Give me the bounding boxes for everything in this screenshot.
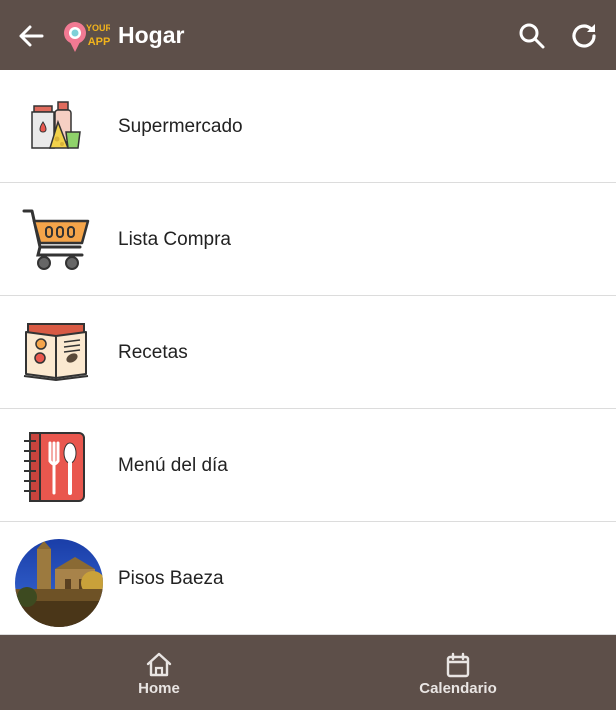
list-item-pisos-baeza[interactable]: Pisos Baeza bbox=[0, 522, 616, 635]
calendar-icon bbox=[446, 652, 470, 678]
tab-home-label: Home bbox=[138, 680, 180, 697]
baeza-photo bbox=[15, 539, 103, 627]
refresh-icon[interactable] bbox=[569, 21, 599, 51]
groceries-icon bbox=[31, 101, 81, 149]
tab-home[interactable]: Home bbox=[5, 635, 313, 710]
bottom-nav: Home Calendario bbox=[0, 635, 616, 710]
list-item-lista-compra[interactable]: Lista Compra bbox=[0, 183, 616, 296]
list-item-label: Lista Compra bbox=[118, 229, 231, 250]
tab-calendario-label: Calendario bbox=[419, 680, 497, 697]
list-item-label: Pisos Baeza bbox=[118, 568, 224, 589]
list-item-menu-del-dia[interactable]: Menú del día bbox=[0, 409, 616, 522]
category-list: Supermercado Lista Compra Recetas Menú d… bbox=[0, 70, 616, 635]
svg-text:YOUR: YOUR bbox=[86, 23, 110, 33]
recipe-book-icon bbox=[23, 323, 89, 382]
back-arrow-icon[interactable] bbox=[16, 21, 46, 51]
search-icon[interactable] bbox=[518, 22, 546, 50]
list-item-recetas[interactable]: Recetas bbox=[0, 296, 616, 409]
shopping-cart-icon bbox=[22, 209, 90, 270]
tab-calendario[interactable]: Calendario bbox=[304, 635, 612, 710]
app-logo: YOUR APP bbox=[64, 22, 110, 52]
svg-text:APP: APP bbox=[88, 36, 110, 48]
page-title: Hogar bbox=[118, 22, 185, 48]
list-item-label: Supermercado bbox=[118, 116, 243, 137]
list-item-label: Recetas bbox=[118, 342, 188, 363]
list-item-supermercado[interactable]: Supermercado bbox=[0, 70, 616, 183]
list-item-label: Menú del día bbox=[118, 455, 228, 476]
app-bar: YOUR APP Hogar bbox=[0, 0, 616, 70]
home-icon bbox=[146, 652, 172, 677]
menu-notebook-icon bbox=[24, 432, 85, 502]
